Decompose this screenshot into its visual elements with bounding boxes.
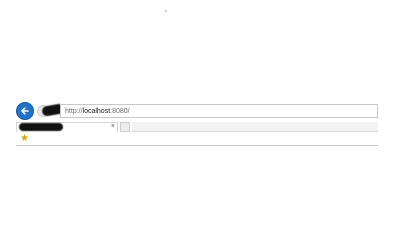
- navigation-bar: http://localhost:8080/: [16, 102, 378, 120]
- browser-window: http://localhost:8080/ × ★: [16, 98, 378, 240]
- back-button[interactable]: [16, 102, 34, 120]
- redacted-tab-title: [19, 123, 63, 131]
- url-suffix: :8080/: [110, 107, 130, 115]
- address-bar[interactable]: http://localhost:8080/: [60, 104, 378, 118]
- back-arrow-icon: [21, 107, 29, 115]
- favorites-star-icon[interactable]: ★: [20, 133, 29, 144]
- tab-strip-background: [132, 122, 378, 132]
- favorites-bar: ★: [16, 133, 378, 146]
- close-tab-icon[interactable]: ×: [111, 122, 115, 132]
- stray-dot: [165, 10, 167, 12]
- url-host: localhost: [82, 107, 111, 115]
- tab-strip: ×: [16, 122, 378, 132]
- url-prefix: http://: [65, 107, 83, 115]
- page-content: [16, 146, 378, 240]
- tab-active[interactable]: ×: [16, 122, 118, 132]
- new-tab-button[interactable]: [120, 122, 130, 132]
